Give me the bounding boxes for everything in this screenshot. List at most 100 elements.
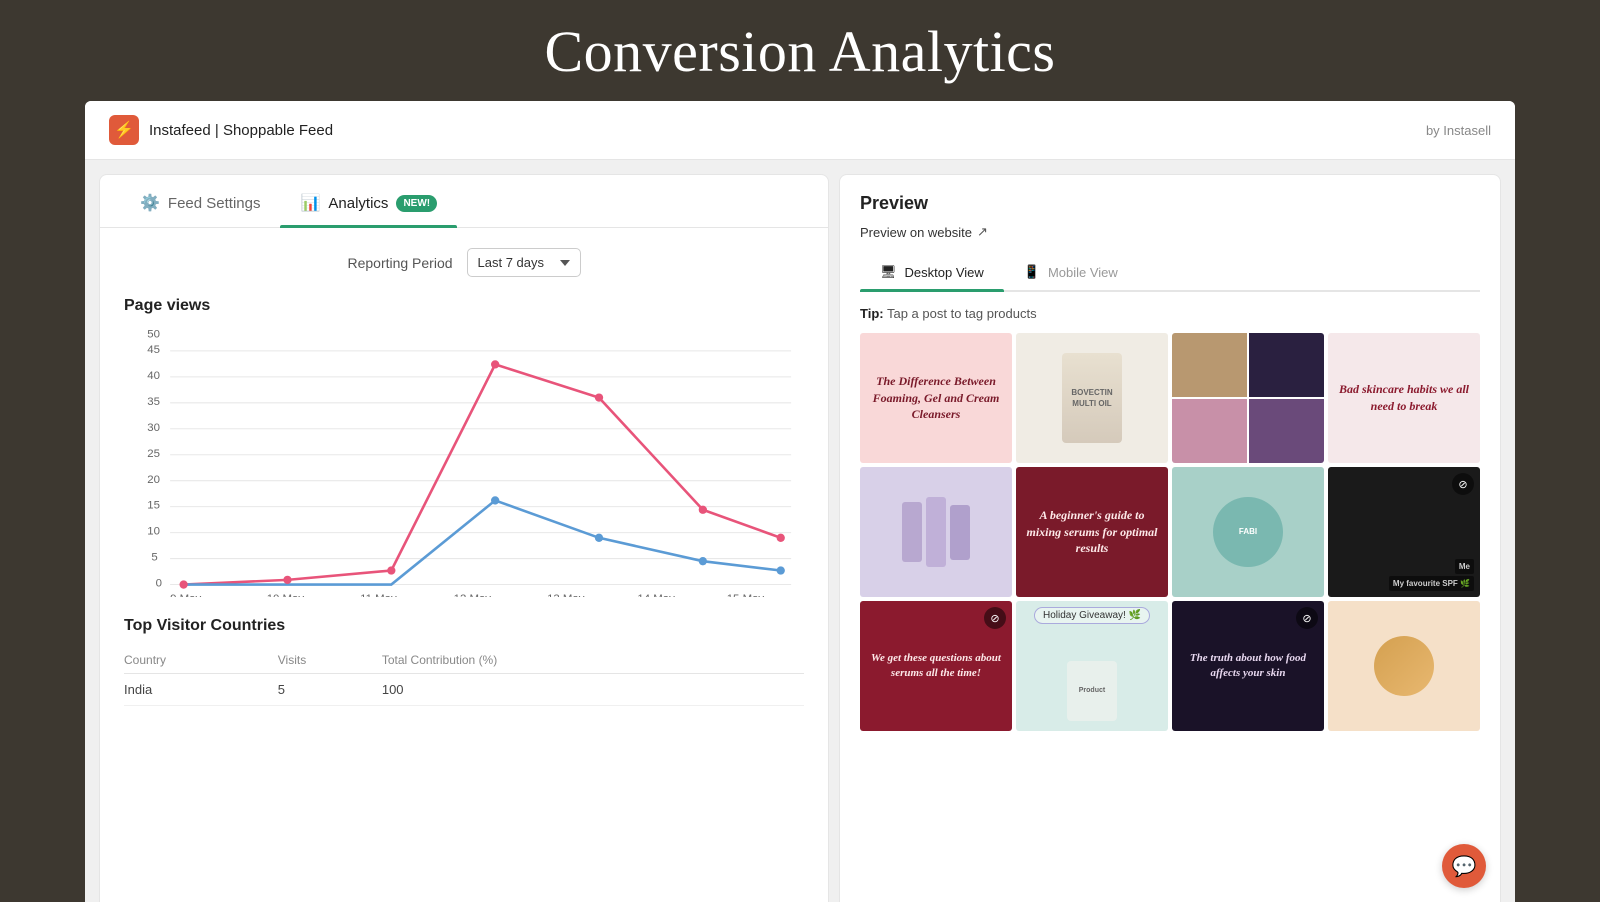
tip-detail: Tap a post to tag products: [887, 306, 1037, 321]
grid-cell-1[interactable]: The Difference Between Foaming, Gel and …: [860, 333, 1012, 463]
app-header-title: Instafeed | Shoppable Feed: [149, 122, 333, 139]
grid-cell-5[interactable]: [860, 467, 1012, 597]
y-label-0: 0: [156, 578, 162, 590]
grid-cell-7[interactable]: FABI: [1172, 467, 1324, 597]
app-logo-icon: ⚡: [109, 115, 139, 145]
chart-svg: 0 5 10 15 20 25 30 35 40 45 50: [124, 327, 804, 597]
hidden-icon-9: ⊘: [984, 607, 1006, 629]
bar-chart-icon: 📊: [300, 193, 320, 213]
tabs-bar: ⚙️ Feed Settings 📊 Analytics NEW!: [100, 175, 828, 228]
chart-wrapper: 0 5 10 15 20 25 30 35 40 45 50: [124, 327, 804, 597]
reporting-label: Reporting Period: [347, 255, 452, 271]
view-tabs: 🖥 Desktop View 📱 Mobile View: [860, 254, 1480, 292]
gear-icon: ⚙️: [140, 193, 160, 213]
x-label-11may: 11 May: [360, 593, 397, 597]
blue-line: [184, 500, 781, 584]
x-label-12may: 12 May: [454, 593, 492, 597]
mini-grid: [1172, 333, 1324, 463]
dot-pink-3: [387, 566, 395, 574]
main-layout: ⚙️ Feed Settings 📊 Analytics NEW! Report…: [85, 160, 1515, 902]
grid-cell-10[interactable]: Holiday Giveaway! 🌿 Product: [1016, 601, 1168, 731]
y-label-45: 45: [147, 344, 160, 356]
x-label-14may: 14 May: [637, 593, 675, 597]
tab-analytics[interactable]: 📊 Analytics NEW!: [280, 175, 457, 227]
preview-website-label: Preview on website: [860, 225, 972, 240]
preview-title: Preview: [860, 193, 1480, 214]
table-cell-country: India: [124, 674, 278, 706]
y-label-15: 15: [147, 500, 160, 512]
table-cell-visits: 5: [278, 674, 382, 706]
y-label-40: 40: [147, 370, 160, 382]
monitor-icon: 🖥: [880, 264, 897, 280]
dot-blue-7: [777, 566, 785, 574]
chart-title: Page views: [124, 297, 804, 315]
dot-pink-2: [283, 576, 291, 584]
left-panel: ⚙️ Feed Settings 📊 Analytics NEW! Report…: [99, 174, 829, 902]
tab-feed-settings-label: Feed Settings: [168, 195, 261, 212]
grid-cell-8[interactable]: Me My favourite SPF 🌿 ⊘: [1328, 467, 1480, 597]
hidden-icon-11: ⊘: [1296, 607, 1318, 629]
tab-analytics-label: Analytics: [328, 195, 388, 212]
tab-desktop-label: Desktop View: [905, 265, 984, 280]
grid-cell-11[interactable]: The truth about how food affects your sk…: [1172, 601, 1324, 731]
grid-cell-12[interactable]: [1328, 601, 1480, 731]
dot-pink-5: [595, 393, 603, 401]
table-title: Top Visitor Countries: [124, 617, 804, 635]
y-label-30: 30: [147, 422, 160, 434]
mini-cell-1: [1172, 333, 1247, 397]
x-label-10may: 10 May: [267, 593, 305, 597]
page-title: Conversion Analytics: [0, 18, 1600, 85]
dot-blue-6: [699, 557, 707, 565]
dot-blue-5: [595, 534, 603, 542]
dot-blue-4: [491, 496, 499, 504]
col-header-country: Country: [124, 647, 278, 674]
grid-cell-4[interactable]: Bad skincare habits we all need to break: [1328, 333, 1480, 463]
tab-desktop-view[interactable]: 🖥 Desktop View: [860, 254, 1004, 290]
right-panel: Preview Preview on website ↗ 🖥 Desktop V…: [839, 174, 1501, 902]
phone-icon: 📱: [1024, 264, 1040, 280]
app-header: ⚡ Instafeed | Shoppable Feed by Instasel…: [85, 101, 1515, 160]
x-label-13may: 13 May: [547, 593, 585, 597]
y-label-35: 35: [147, 396, 160, 408]
tab-mobile-label: Mobile View: [1048, 265, 1118, 280]
app-container: ⚡ Instafeed | Shoppable Feed by Instasel…: [85, 101, 1515, 902]
grid-cell-2[interactable]: BOVECTINMULTI OIL: [1016, 333, 1168, 463]
y-label-20: 20: [147, 474, 160, 486]
y-label-25: 25: [147, 448, 160, 460]
tab-feed-settings[interactable]: ⚙️ Feed Settings: [120, 175, 280, 227]
app-header-by: by Instasell: [1426, 123, 1491, 138]
dot-pink-7: [777, 534, 785, 542]
chat-button[interactable]: 💬: [1442, 844, 1486, 888]
table-section: Top Visitor Countries Country Visits Tot…: [124, 617, 804, 706]
data-table: Country Visits Total Contribution (%) In…: [124, 647, 804, 706]
y-label-5: 5: [151, 552, 157, 564]
external-link-icon: ↗: [977, 224, 988, 240]
grid-cell-3[interactable]: [1172, 333, 1324, 463]
grid-cell-9[interactable]: We get these questions about serums all …: [860, 601, 1012, 731]
holiday-badge: Holiday Giveaway! 🌿: [1034, 607, 1150, 624]
pink-line: [184, 364, 781, 584]
tab-mobile-view[interactable]: 📱 Mobile View: [1004, 254, 1138, 290]
dot-pink-1: [179, 580, 187, 588]
new-badge: NEW!: [396, 195, 437, 212]
preview-website-link[interactable]: Preview on website ↗: [860, 224, 1480, 240]
chat-icon: 💬: [1452, 854, 1477, 879]
hidden-icon-8: ⊘: [1452, 473, 1474, 495]
col-header-contribution: Total Contribution (%): [382, 647, 804, 674]
x-label-15may: 15 May: [727, 593, 765, 597]
dot-pink-4: [491, 360, 499, 368]
mini-cell-2: [1249, 333, 1324, 397]
mini-cell-4: [1249, 399, 1324, 463]
y-label-10: 10: [147, 526, 160, 538]
x-label-9may: 9 May: [170, 593, 201, 597]
image-grid: The Difference Between Foaming, Gel and …: [860, 333, 1480, 731]
col-header-visits: Visits: [278, 647, 382, 674]
grid-cell-6[interactable]: A beginner's guide to mixing serums for …: [1016, 467, 1168, 597]
page-title-bar: Conversion Analytics: [0, 0, 1600, 101]
analytics-content: Reporting Period Last 7 days Last 30 day…: [100, 228, 828, 726]
table-cell-contribution: 100: [382, 674, 804, 706]
mini-cell-3: [1172, 399, 1247, 463]
dot-pink-6: [699, 506, 707, 514]
tip-label: Tip:: [860, 306, 884, 321]
period-select[interactable]: Last 7 days Last 30 days Last 90 days: [467, 248, 581, 277]
